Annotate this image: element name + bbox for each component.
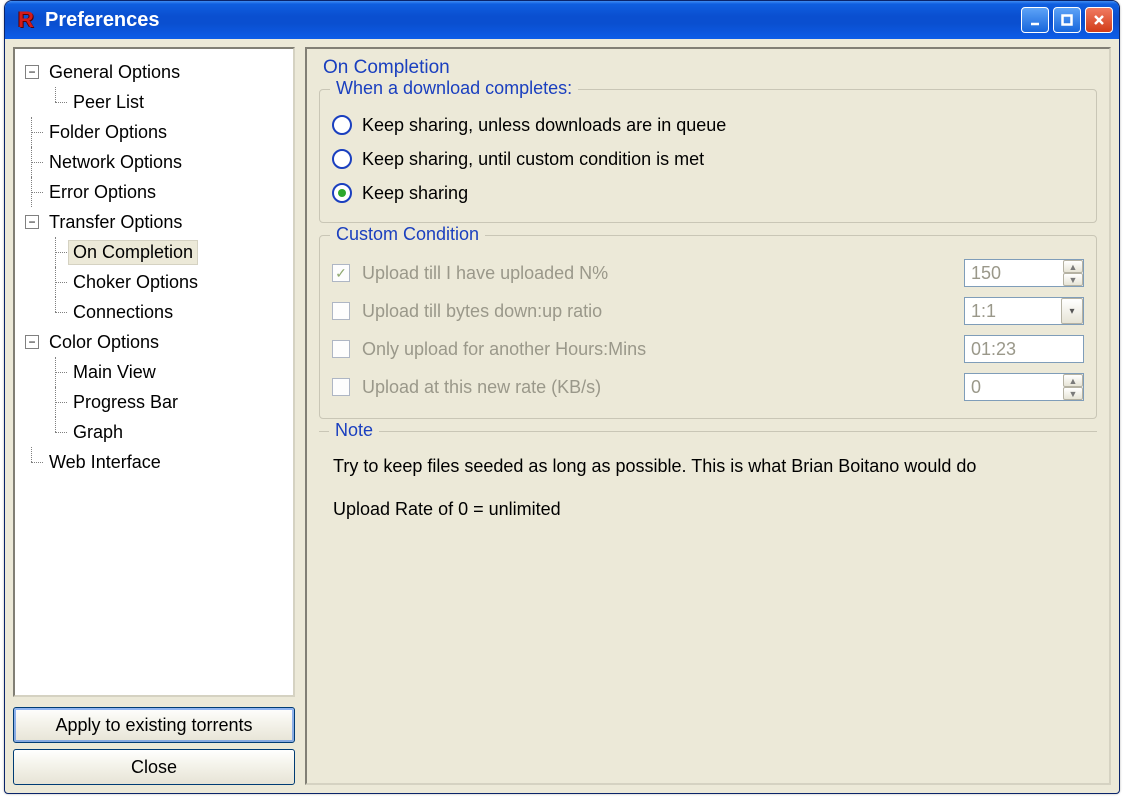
radio-label: Keep sharing: [362, 183, 468, 204]
close-button[interactable]: [1085, 7, 1113, 33]
condition-row-rate: Upload at this new rate (KB/s) ▲▼: [332, 368, 1084, 406]
left-column: − General Options Peer List: [13, 47, 295, 785]
tree-label: Network Options: [45, 151, 186, 174]
group-legend: Note: [329, 420, 379, 441]
maximize-button[interactable]: [1053, 7, 1081, 33]
tree-label: Error Options: [45, 181, 160, 204]
time-input[interactable]: [964, 335, 1084, 363]
tree-item-web[interactable]: Web Interface: [25, 447, 289, 477]
group-custom-condition: Custom Condition Upload till I have uplo…: [319, 235, 1097, 419]
condition-label: Upload at this new rate (KB/s): [362, 377, 952, 398]
app-icon: R: [15, 9, 37, 31]
radio-option-1[interactable]: Keep sharing, until custom condition is …: [332, 142, 1084, 176]
checkbox[interactable]: [332, 264, 350, 282]
client-area: − General Options Peer List: [5, 39, 1119, 793]
radio-label: Keep sharing, unless downloads are in qu…: [362, 115, 726, 136]
tree-label: Color Options: [45, 331, 163, 354]
tree-label: General Options: [45, 61, 184, 84]
condition-label: Upload till I have uploaded N%: [362, 263, 952, 284]
tree-label: Peer List: [69, 91, 148, 114]
spinner-arrows[interactable]: ▲▼: [1063, 260, 1083, 286]
tree-label: Main View: [69, 361, 160, 384]
settings-panel: On Completion When a download completes:…: [305, 47, 1111, 785]
apply-button[interactable]: Apply to existing torrents: [13, 707, 295, 743]
tree-item-network[interactable]: Network Options: [25, 147, 289, 177]
condition-row-time: Only upload for another Hours:Mins: [332, 330, 1084, 368]
close-panel-button[interactable]: Close: [13, 749, 295, 785]
checkbox[interactable]: [332, 340, 350, 358]
radio-icon: [332, 149, 352, 169]
note-line-1: Try to keep files seeded as long as poss…: [333, 454, 1083, 479]
collapse-icon[interactable]: −: [25, 335, 39, 349]
collapse-icon[interactable]: −: [25, 215, 39, 229]
tree-item-transfer[interactable]: − Transfer Options: [25, 207, 289, 237]
preferences-window: R Preferences − G: [4, 0, 1120, 794]
close-icon: [1092, 13, 1106, 27]
tree-label: On Completion: [69, 241, 197, 264]
radio-icon: [332, 183, 352, 203]
group-legend: Custom Condition: [330, 224, 485, 245]
page-title: On Completion: [323, 57, 1097, 79]
radio-option-2[interactable]: Keep sharing: [332, 176, 1084, 210]
tree-item-connections[interactable]: Connections: [49, 297, 289, 327]
titlebar[interactable]: R Preferences: [5, 1, 1119, 39]
tree-item-error[interactable]: Error Options: [25, 177, 289, 207]
tree-item-folder[interactable]: Folder Options: [25, 117, 289, 147]
minimize-button[interactable]: [1021, 7, 1049, 33]
category-tree[interactable]: − General Options Peer List: [13, 47, 295, 697]
tree-label: Progress Bar: [69, 391, 182, 414]
tree-item-color[interactable]: − Color Options: [25, 327, 289, 357]
checkbox[interactable]: [332, 378, 350, 396]
tree-label: Graph: [69, 421, 127, 444]
tree-label: Folder Options: [45, 121, 171, 144]
tree-item-peer-list[interactable]: Peer List: [49, 87, 289, 117]
maximize-icon: [1060, 13, 1074, 27]
group-note: Note Try to keep files seeded as long as…: [319, 431, 1097, 522]
note-line-2: Upload Rate of 0 = unlimited: [333, 497, 1083, 522]
group-when-complete: When a download completes: Keep sharing,…: [319, 89, 1097, 223]
radio-option-0[interactable]: Keep sharing, unless downloads are in qu…: [332, 108, 1084, 142]
tree-item-general[interactable]: − General Options: [25, 57, 289, 87]
group-legend: When a download completes:: [330, 78, 578, 99]
condition-row-upload-n: Upload till I have uploaded N% ▲▼: [332, 254, 1084, 292]
condition-row-ratio: Upload till bytes down:up ratio ▾: [332, 292, 1084, 330]
chevron-down-icon[interactable]: ▾: [1061, 298, 1083, 324]
tree-item-choker[interactable]: Choker Options: [49, 267, 289, 297]
checkbox[interactable]: [332, 302, 350, 320]
spinner-arrows[interactable]: ▲▼: [1063, 374, 1083, 400]
radio-icon: [332, 115, 352, 135]
tree-label: Connections: [69, 301, 177, 324]
condition-label: Only upload for another Hours:Mins: [362, 339, 952, 360]
tree-item-main-view[interactable]: Main View: [49, 357, 289, 387]
tree-item-graph[interactable]: Graph: [49, 417, 289, 447]
condition-label: Upload till bytes down:up ratio: [362, 301, 952, 322]
tree-label: Web Interface: [45, 451, 165, 474]
tree-item-on-completion[interactable]: On Completion: [49, 237, 289, 267]
radio-label: Keep sharing, until custom condition is …: [362, 149, 704, 170]
window-title: Preferences: [45, 9, 1021, 32]
tree-label: Choker Options: [69, 271, 202, 294]
minimize-icon: [1028, 13, 1042, 27]
collapse-icon[interactable]: −: [25, 65, 39, 79]
tree-label: Transfer Options: [45, 211, 186, 234]
tree-item-progress-bar[interactable]: Progress Bar: [49, 387, 289, 417]
